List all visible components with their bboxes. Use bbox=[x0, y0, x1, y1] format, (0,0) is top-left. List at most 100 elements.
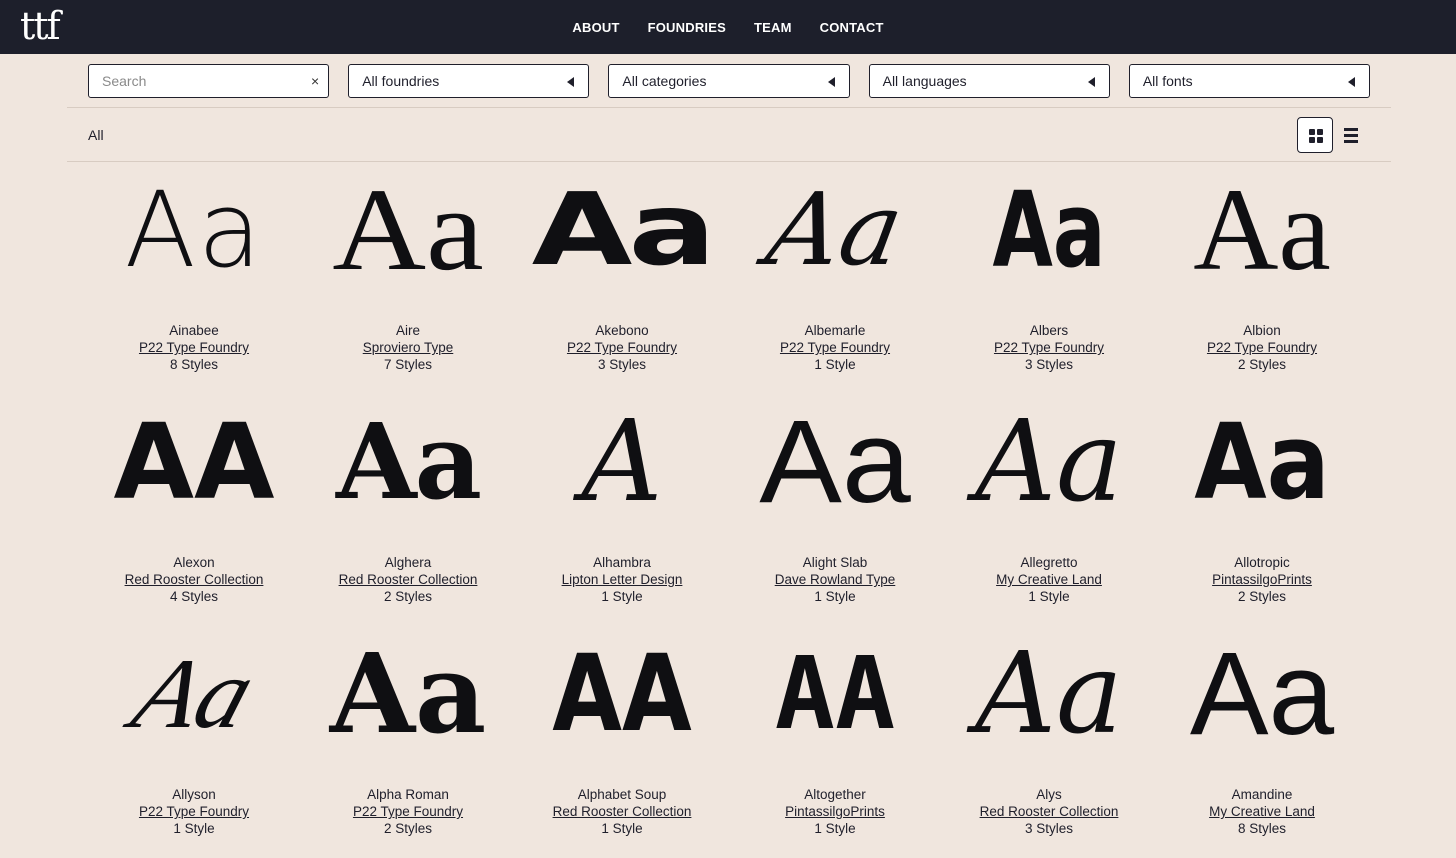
foundry-link[interactable]: PintassilgoPrints bbox=[1212, 572, 1312, 587]
font-name: Alhambra bbox=[593, 555, 651, 570]
font-name: Alphabet Soup bbox=[577, 787, 667, 802]
style-count: 3 Styles bbox=[1024, 821, 1074, 836]
font-specimen[interactable]: Aa bbox=[1163, 402, 1361, 522]
font-specimen[interactable]: Aa bbox=[714, 170, 955, 290]
font-card[interactable]: Aa Albemarle P22 Type Foundry 1 Style bbox=[725, 170, 945, 380]
font-specimen[interactable]: Aa bbox=[720, 402, 951, 522]
font-card[interactable]: A Alhambra Lipton Letter Design 1 Style bbox=[512, 402, 732, 612]
font-specimen[interactable]: Aa bbox=[84, 170, 304, 290]
foundries-select-value: All foundries bbox=[362, 73, 440, 89]
nav-link-team[interactable]: TEAM bbox=[754, 20, 792, 35]
languages-select-value: All languages bbox=[882, 73, 967, 89]
search-field[interactable]: × bbox=[88, 64, 330, 98]
font-specimen[interactable]: Aa bbox=[65, 634, 324, 754]
style-count: 2 Styles bbox=[383, 821, 433, 836]
font-name: Albers bbox=[1029, 323, 1069, 338]
font-card[interactable]: Aa Ainabee P22 Type Foundry 8 Styles bbox=[84, 170, 304, 380]
fonts-select[interactable]: All fonts bbox=[1128, 64, 1371, 98]
caret-left-icon bbox=[1348, 77, 1356, 87]
font-card[interactable]: Aa Albers P22 Type Foundry 3 Styles bbox=[939, 170, 1159, 380]
font-specimen[interactable]: Aa bbox=[298, 634, 518, 754]
caret-left-icon bbox=[567, 77, 575, 87]
style-count: 1 Style bbox=[601, 821, 643, 836]
search-input[interactable] bbox=[102, 66, 292, 96]
divider bbox=[67, 107, 1391, 108]
font-card[interactable]: Aa Allotropic PintassilgoPrints 2 Styles bbox=[1152, 402, 1372, 612]
font-specimen[interactable]: AA bbox=[84, 402, 304, 522]
font-card[interactable]: AA Altogether PintassilgoPrints 1 Style bbox=[725, 634, 945, 844]
foundries-select[interactable]: All foundries bbox=[348, 64, 590, 98]
font-specimen[interactable]: AA bbox=[725, 634, 945, 754]
style-count: 1 Style bbox=[173, 821, 215, 836]
font-name: Ainabee bbox=[169, 323, 219, 338]
grid-view-button[interactable] bbox=[1297, 117, 1333, 153]
foundry-link[interactable]: Sproviero Type bbox=[363, 340, 454, 355]
font-card[interactable]: Aa Alghera Red Rooster Collection 2 Styles bbox=[298, 402, 518, 612]
font-card[interactable]: Aa Albion P22 Type Foundry 2 Styles bbox=[1152, 170, 1372, 380]
foundry-link[interactable]: P22 Type Foundry bbox=[1207, 340, 1317, 355]
nav-link-foundries[interactable]: FOUNDRIES bbox=[648, 20, 726, 35]
font-name: Allotropic bbox=[1234, 555, 1290, 570]
font-card[interactable]: Aa Allyson P22 Type Foundry 1 Style bbox=[84, 634, 304, 844]
nav-link-about[interactable]: ABOUT bbox=[572, 20, 619, 35]
foundry-link[interactable]: P22 Type Foundry bbox=[139, 340, 249, 355]
font-name: Akebono bbox=[595, 323, 649, 338]
languages-select[interactable]: All languages bbox=[868, 64, 1110, 98]
foundry-link[interactable]: P22 Type Foundry bbox=[139, 804, 249, 819]
font-name: Alys bbox=[1036, 787, 1062, 802]
font-specimen[interactable]: Aa bbox=[1152, 170, 1372, 290]
style-count: 3 Styles bbox=[597, 357, 647, 372]
font-specimen[interactable]: Aa bbox=[298, 402, 518, 522]
font-card[interactable]: Aa Alight Slab Dave Rowland Type 1 Style bbox=[725, 402, 945, 612]
foundry-link[interactable]: P22 Type Foundry bbox=[780, 340, 890, 355]
font-specimen[interactable]: Aa bbox=[967, 170, 1132, 290]
style-count: 2 Styles bbox=[383, 589, 433, 604]
caret-left-icon bbox=[827, 77, 835, 87]
categories-select[interactable]: All categories bbox=[608, 64, 850, 98]
clear-search-icon[interactable]: × bbox=[311, 65, 319, 97]
style-count: 1 Style bbox=[814, 589, 856, 604]
font-card[interactable]: Aa Alys Red Rooster Collection 3 Styles bbox=[939, 634, 1159, 844]
font-card[interactable]: Aa Amandine My Creative Land 8 Styles bbox=[1152, 634, 1372, 844]
font-name: Aire bbox=[395, 323, 420, 338]
list-view-button[interactable] bbox=[1341, 125, 1361, 145]
font-specimen[interactable]: Aa bbox=[939, 402, 1159, 522]
font-card[interactable]: Aa Alpha Roman P22 Type Foundry 2 Styles bbox=[298, 634, 518, 844]
foundry-link[interactable]: My Creative Land bbox=[1209, 804, 1315, 819]
style-count: 2 Styles bbox=[1237, 589, 1287, 604]
foundry-link[interactable]: Red Rooster Collection bbox=[980, 804, 1119, 819]
divider bbox=[67, 161, 1391, 162]
font-card[interactable]: AA Alexon Red Rooster Collection 4 Styles bbox=[84, 402, 304, 612]
foundry-link[interactable]: Red Rooster Collection bbox=[339, 572, 478, 587]
top-navigation-bar: ttf ABOUT FOUNDRIES TEAM CONTACT bbox=[0, 0, 1456, 54]
foundry-link[interactable]: My Creative Land bbox=[996, 572, 1102, 587]
font-name: Alexon bbox=[173, 555, 215, 570]
foundry-link[interactable]: Lipton Letter Design bbox=[562, 572, 683, 587]
foundry-link[interactable]: Red Rooster Collection bbox=[553, 804, 692, 819]
foundry-link[interactable]: Dave Rowland Type bbox=[775, 572, 896, 587]
style-count: 7 Styles bbox=[383, 357, 433, 372]
filter-bar: × All foundries All categories All langu… bbox=[88, 64, 1371, 98]
style-count: 1 Style bbox=[814, 357, 856, 372]
caret-left-icon bbox=[1087, 77, 1095, 87]
font-card[interactable]: Aa Allegretto My Creative Land 1 Style bbox=[939, 402, 1159, 612]
style-count: 2 Styles bbox=[1237, 357, 1287, 372]
foundry-link[interactable]: PintassilgoPrints bbox=[785, 804, 885, 819]
foundry-link[interactable]: Red Rooster Collection bbox=[125, 572, 264, 587]
font-specimen[interactable]: A bbox=[512, 402, 732, 522]
foundry-link[interactable]: P22 Type Foundry bbox=[567, 340, 677, 355]
main-nav: ABOUT FOUNDRIES TEAM CONTACT bbox=[0, 0, 1456, 54]
style-count: 1 Style bbox=[1028, 589, 1070, 604]
font-name: Allegretto bbox=[1020, 555, 1078, 570]
font-card[interactable]: Aa Akebono P22 Type Foundry 3 Styles bbox=[512, 170, 732, 380]
font-name: Amandine bbox=[1231, 787, 1293, 802]
font-specimen[interactable]: Aa bbox=[939, 634, 1159, 754]
font-specimen[interactable]: Aa bbox=[1152, 634, 1372, 754]
font-name: Albemarle bbox=[804, 323, 866, 338]
foundry-link[interactable]: P22 Type Foundry bbox=[994, 340, 1104, 355]
font-specimen[interactable]: AA bbox=[529, 634, 716, 754]
nav-link-contact[interactable]: CONTACT bbox=[820, 20, 884, 35]
style-count: 4 Styles bbox=[169, 589, 219, 604]
foundry-link[interactable]: P22 Type Foundry bbox=[353, 804, 463, 819]
font-card[interactable]: AA Alphabet Soup Red Rooster Collection 1 … bbox=[512, 634, 732, 844]
